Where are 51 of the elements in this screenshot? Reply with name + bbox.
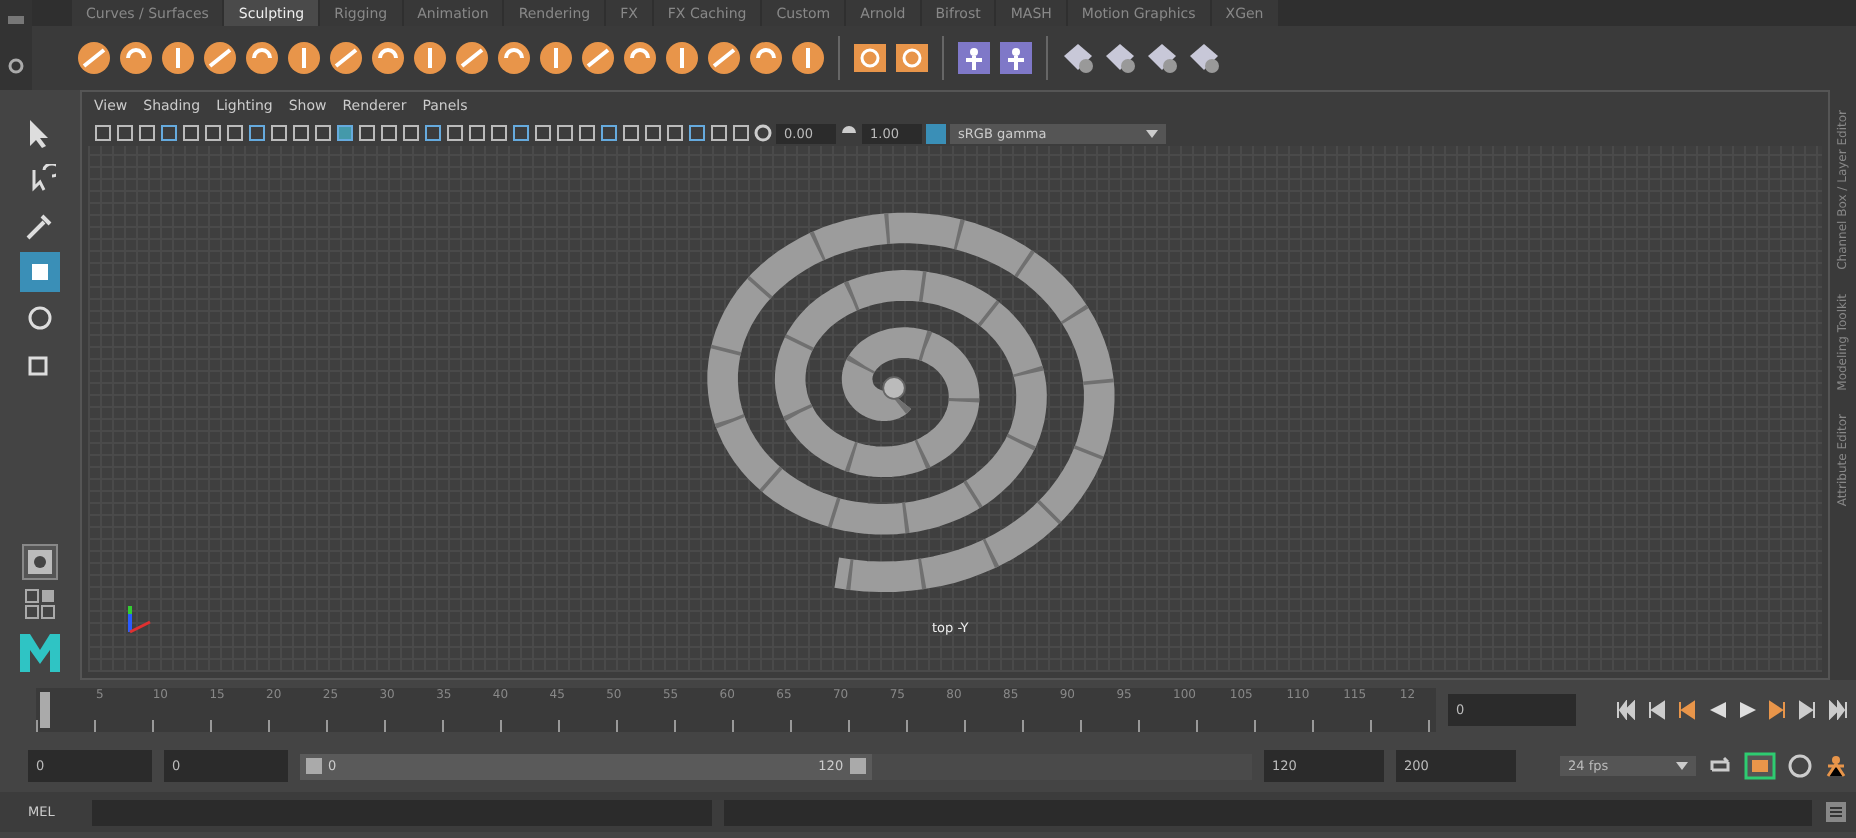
mesh-tool-icon[interactable] bbox=[1060, 40, 1096, 76]
sculpt-tool-icon[interactable] bbox=[328, 40, 364, 76]
sculpt-tool-icon[interactable] bbox=[706, 40, 742, 76]
circle-icon bbox=[24, 302, 56, 334]
exposure-icon[interactable] bbox=[754, 124, 772, 142]
sculpt-tool-icon[interactable] bbox=[748, 40, 784, 76]
logo-icon bbox=[18, 632, 62, 672]
loop-icon[interactable] bbox=[1708, 756, 1732, 776]
sculpt-tool-icon[interactable] bbox=[412, 40, 448, 76]
sculpt-tool-icon[interactable] bbox=[538, 40, 574, 76]
brush-icon bbox=[24, 210, 56, 242]
end-icon[interactable] bbox=[1826, 700, 1848, 720]
figure-panel-icon[interactable] bbox=[998, 40, 1034, 76]
playback-icon[interactable] bbox=[1706, 700, 1728, 720]
caret-icon bbox=[1146, 129, 1158, 137]
nextkey-icon[interactable] bbox=[1796, 700, 1818, 720]
grid-tool-icon[interactable] bbox=[894, 40, 930, 76]
figure-panel-icon[interactable] bbox=[956, 40, 992, 76]
four-view-layout-button[interactable] bbox=[22, 586, 58, 622]
sculpt-tool-icon[interactable] bbox=[622, 40, 658, 76]
range-slider-fill[interactable] bbox=[300, 753, 872, 779]
sculpt-tool-icon[interactable] bbox=[580, 40, 616, 76]
sculpt-tool-icon[interactable] bbox=[160, 40, 196, 76]
sculpt-tool-icon[interactable] bbox=[244, 40, 280, 76]
script-editor-icon[interactable] bbox=[1824, 800, 1848, 824]
character-icon[interactable] bbox=[1824, 754, 1848, 778]
mesh-tool-icon[interactable] bbox=[1102, 40, 1138, 76]
single-view-layout-button[interactable] bbox=[22, 544, 58, 580]
sculpt-tool-icon[interactable] bbox=[454, 40, 490, 76]
sculpt-tool-icon[interactable] bbox=[370, 40, 406, 76]
sculpt-tool-icon[interactable] bbox=[790, 40, 826, 76]
sculpt-tool-icon[interactable] bbox=[286, 40, 322, 76]
sculpt-tool-icon[interactable] bbox=[76, 40, 112, 76]
sculpt-tool-icon[interactable] bbox=[202, 40, 238, 76]
caret-icon bbox=[1676, 762, 1688, 770]
prevkey-icon[interactable] bbox=[1646, 700, 1668, 720]
sculpt-tool-icon[interactable] bbox=[496, 40, 532, 76]
sculpt-tool-icon[interactable] bbox=[118, 40, 154, 76]
range-start-handle[interactable] bbox=[306, 758, 322, 774]
move-tool-button[interactable] bbox=[20, 252, 60, 292]
axis-gizmo-icon bbox=[124, 602, 152, 634]
play-icon[interactable] bbox=[1736, 700, 1758, 720]
mesh-tool-icon[interactable] bbox=[1144, 40, 1180, 76]
color-management-icon[interactable] bbox=[926, 123, 946, 143]
prevframe-icon[interactable] bbox=[1676, 700, 1698, 720]
sculpt-tool-icon[interactable] bbox=[664, 40, 700, 76]
nextframe-icon[interactable] bbox=[1766, 700, 1788, 720]
start-icon[interactable] bbox=[1616, 700, 1638, 720]
auto-key-icon[interactable] bbox=[1744, 752, 1776, 780]
grid-tool-icon[interactable] bbox=[852, 40, 888, 76]
mesh-tool-icon[interactable] bbox=[1186, 40, 1222, 76]
